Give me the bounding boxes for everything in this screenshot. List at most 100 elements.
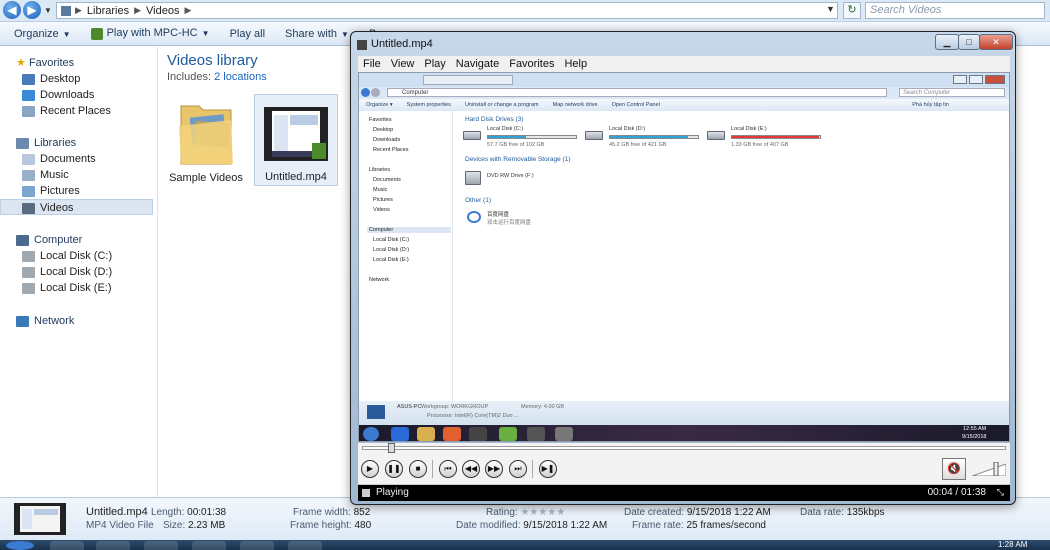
folder-icon	[61, 5, 71, 16]
mute-speaker-icon[interactable]: 🔇	[942, 458, 966, 480]
close-button[interactable]: ✕	[979, 34, 1013, 50]
menu-file[interactable]: File	[363, 58, 381, 70]
sidebar-item-desktop[interactable]: Desktop	[0, 71, 153, 87]
disk-icon	[22, 266, 35, 278]
minimize-button[interactable]: ▁	[935, 34, 959, 50]
videos-icon	[22, 202, 35, 214]
libraries-icon	[16, 137, 29, 149]
breadcrumb-libraries[interactable]: Libraries	[87, 5, 129, 17]
details-length: 00:01:38	[187, 507, 227, 518]
documents-icon	[22, 153, 35, 165]
taskbar-mpc-icon[interactable]	[288, 541, 322, 550]
skip-forward-button[interactable]: ⏭	[509, 460, 527, 478]
breadcrumb-videos[interactable]: Videos	[146, 5, 179, 17]
desktop-icon	[22, 73, 35, 85]
organize-button[interactable]: Organize ▼	[14, 28, 71, 40]
details-file-name: Untitled.mp4	[86, 506, 148, 518]
video-thumbnail-icon	[264, 107, 328, 161]
mpc-app-icon	[357, 40, 367, 50]
time-readout: 00:04 / 01:38	[927, 487, 986, 498]
sidebar-item-documents[interactable]: Documents	[0, 151, 153, 167]
file-item-untitled-mp4[interactable]: Untitled.mp4	[254, 94, 338, 186]
locations-link[interactable]: 2 locations	[214, 71, 267, 83]
stop-button[interactable]: ■	[409, 460, 427, 478]
menu-play[interactable]: Play	[424, 58, 445, 70]
taskbar-explorer-icon[interactable]	[96, 541, 130, 550]
sidebar-item-videos[interactable]: Videos	[0, 199, 153, 215]
seek-thumb[interactable]	[387, 443, 395, 453]
taskbar-firefox-icon[interactable]	[144, 541, 178, 550]
sidebar-item-music[interactable]: Music	[0, 167, 153, 183]
details-frame-height: 480	[354, 520, 372, 531]
share-with-button[interactable]: Share with ▼	[285, 28, 349, 40]
pause-button[interactable]: ❚❚	[385, 460, 403, 478]
downloads-icon	[22, 89, 35, 101]
sidebar-network[interactable]: Network	[0, 313, 153, 329]
volume-slider[interactable]	[972, 462, 1006, 476]
player-title: Untitled.mp4	[371, 38, 433, 50]
sidebar-item-local-disk-d[interactable]: Local Disk (D:)	[0, 264, 153, 280]
search-input[interactable]: Search Videos	[865, 2, 1045, 19]
menu-favorites[interactable]: Favorites	[509, 58, 554, 70]
taskbar-app-icon[interactable]	[192, 541, 226, 550]
details-date-modified: 9/15/2018 1:22 AM	[523, 520, 608, 531]
rewind-button[interactable]: ◀◀	[462, 460, 480, 478]
seek-bar[interactable]	[358, 443, 1010, 453]
taskbar-clock[interactable]: 1:28 AM	[998, 540, 1027, 549]
taskbar-ie-icon[interactable]	[50, 541, 84, 550]
network-icon	[16, 315, 29, 327]
menu-help[interactable]: Help	[564, 58, 587, 70]
play-button[interactable]: ▶	[361, 460, 379, 478]
details-size: 2.23 MB	[188, 520, 226, 531]
sidebar-favorites[interactable]: ★ Favorites	[0, 55, 153, 71]
play-all-button[interactable]: Play all	[230, 28, 265, 40]
video-frame-sidebar: Favorites Desktop Downloads Recent Place…	[359, 111, 453, 401]
back-icon[interactable]: ◀	[3, 1, 21, 19]
refresh-icon[interactable]: ↻	[843, 2, 861, 19]
disk-icon	[22, 282, 35, 294]
taskbar-app-icon[interactable]	[240, 541, 274, 550]
taskbar: 1:28 AM	[0, 540, 1050, 550]
address-dropdown-icon[interactable]: ▼	[826, 4, 835, 14]
sidebar-item-pictures[interactable]: Pictures	[0, 183, 153, 199]
recent-places-icon	[22, 105, 35, 117]
forward-icon[interactable]: ▶	[23, 1, 41, 19]
address-bar-area: ◀ ▶ ▼ ▶ Libraries ▶ Videos ▶ ▼ ↻ Search …	[0, 0, 1050, 22]
start-button[interactable]	[6, 541, 34, 550]
rating-stars[interactable]: ★★★★★	[520, 507, 565, 518]
breadcrumb[interactable]: ▶ Libraries ▶ Videos ▶	[56, 2, 838, 19]
frame-step-button[interactable]: ▶❚	[539, 460, 557, 478]
resize-icon[interactable]: ⤡	[997, 487, 1004, 498]
details-date-created: 9/15/2018 1:22 AM	[686, 507, 771, 518]
pictures-icon	[22, 185, 35, 197]
maximize-button[interactable]: □	[958, 34, 980, 50]
folder-icon	[179, 105, 233, 165]
video-frame-toolbar: Organize ▾ System properties Uninstall o…	[359, 99, 1009, 111]
video-frame-taskbar: 12:55 AM 9/15/2018	[359, 425, 1009, 441]
sidebar-item-recent-places[interactable]: Recent Places	[0, 103, 153, 119]
play-with-button[interactable]: Play with MPC-HC ▼	[90, 27, 210, 40]
video-frame-content: Hard Disk Drives (3) Local Disk (C:) 57.…	[455, 111, 1009, 401]
fast-forward-button[interactable]: ▶▶	[485, 460, 503, 478]
file-item-sample-videos[interactable]: Sample Videos	[164, 94, 248, 186]
skip-back-button[interactable]: ⏮	[439, 460, 457, 478]
player-statusbar: Playing 00:04 / 01:38 ⤡	[358, 485, 1010, 501]
navigation-pane: ★ Favorites Desktop Downloads Recent Pla…	[0, 47, 158, 497]
library-title: Videos library	[167, 52, 258, 69]
video-display[interactable]: Computer Search Computer Organize ▾ Syst…	[358, 72, 1010, 442]
sidebar-libraries[interactable]: Libraries	[0, 135, 153, 151]
menu-navigate[interactable]: Navigate	[456, 58, 499, 70]
recent-pages-chevron-icon[interactable]: ▼	[44, 6, 52, 15]
sidebar-item-downloads[interactable]: Downloads	[0, 87, 153, 103]
music-icon	[22, 169, 35, 181]
library-includes: Includes: 2 locations	[167, 71, 267, 83]
disk-icon	[22, 250, 35, 262]
details-data-rate: 135kbps	[846, 507, 885, 518]
menu-view[interactable]: View	[391, 58, 415, 70]
star-icon: ★	[16, 57, 26, 69]
sidebar-item-local-disk-c[interactable]: Local Disk (C:)	[0, 248, 153, 264]
sidebar-item-local-disk-e[interactable]: Local Disk (E:)	[0, 280, 153, 296]
sidebar-computer[interactable]: Computer	[0, 232, 153, 248]
file-thumbnail-icon	[14, 503, 66, 535]
player-controls: ▶ ❚❚ ■ ⏮ ◀◀ ▶▶ ⏭ ▶❚ 🔇	[358, 453, 1010, 485]
